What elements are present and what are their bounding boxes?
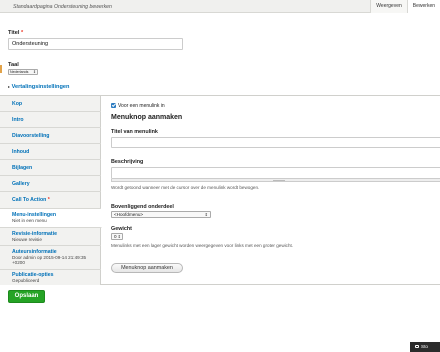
vtab-intro[interactable]: Intro (0, 112, 101, 128)
vtab-publishing-options[interactable]: Publicatie-opties Gepubliceerd (0, 270, 101, 285)
vtab-title: Intro (12, 117, 24, 123)
select-arrows-icon: ⇕ (204, 212, 208, 217)
page-title-prefix: Standaardpagina (13, 4, 54, 10)
vtab-summary: Door admin op 2015-09-14 21:49:35 +0200 (12, 255, 87, 266)
weight-help: Menulinks met een lager gewicht worden w… (111, 243, 294, 248)
vtab-summary: Niet in een menu (12, 218, 47, 223)
menu-link-title-label: Titel van menulink (111, 129, 158, 135)
focus-indicator (0, 65, 2, 73)
vtab-title: Kop (12, 101, 23, 107)
translation-settings-label: Vertalingsinstellingen (11, 84, 70, 90)
parent-item-label: Bovenliggend onderdeel (111, 204, 174, 210)
vtab-kop[interactable]: Kop (0, 96, 101, 112)
title-label: Titel * (8, 30, 23, 36)
chat-icon (415, 345, 419, 349)
vtab-title: Diavoorstelling (12, 133, 50, 139)
page-title: Standaardpagina Ondersteuning bewerken (13, 4, 112, 10)
vtab-call-to-action[interactable]: Call To Action * (0, 192, 101, 209)
weight-value: 0 (114, 234, 117, 239)
tab-edit[interactable]: Bewerken (406, 0, 440, 13)
select-arrows-icon: ⇕ (117, 234, 121, 239)
save-button[interactable]: Opslaan (8, 290, 45, 303)
translation-settings-toggle[interactable]: ▸ Vertalingsinstellingen (8, 84, 69, 90)
weight-label: Gewicht (111, 226, 132, 232)
create-menu-button[interactable]: Menuknop aanmaken (111, 263, 183, 273)
vtab-title: Gallery (12, 181, 30, 187)
required-marker: * (20, 30, 24, 36)
page-header: Standaardpagina Ondersteuning bewerken W… (0, 0, 440, 13)
vtab-summary: Nieuwe revisie (12, 237, 42, 242)
menu-link-checkbox-label: Voor een menulink in (118, 103, 165, 109)
menu-link-title-input[interactable] (111, 137, 440, 148)
select-arrows-icon: ⇕ (32, 70, 36, 74)
weight-select[interactable]: 0 ⇕ (111, 233, 123, 240)
vtab-menu-settings[interactable]: Menu-instellingen Niet in een menu (0, 209, 102, 228)
menu-settings-pane: Voor een menulink in Menuknop aanmaken T… (101, 96, 440, 285)
parent-item-select[interactable]: <Hoofdmenu> ⇕ (111, 211, 211, 218)
menu-description-textarea[interactable] (111, 167, 440, 179)
vtab-title: Call To Action * (12, 197, 101, 203)
vtab-title-text: Call To Action (12, 197, 47, 203)
vtab-inhoud[interactable]: Inhoud (0, 144, 101, 160)
vtab-title: Bijlagen (12, 165, 33, 171)
menu-description-help: Wordt getoond wanneer met de cursor over… (111, 185, 260, 190)
language-select[interactable]: Nederlands ⇕ (8, 69, 38, 75)
triangle-right-icon: ▸ (8, 84, 11, 89)
vtab-gallery[interactable]: Gallery (0, 176, 101, 192)
corner-widget-label: Sto (421, 344, 428, 349)
vtab-diavoorstelling[interactable]: Diavoorstelling (0, 128, 101, 144)
title-label-text: Titel (8, 30, 20, 36)
vtab-title: Inhoud (12, 149, 30, 155)
menu-section-title: Menuknop aanmaken (111, 114, 183, 121)
tab-view[interactable]: Weergeven (370, 0, 407, 13)
vtab-author-info[interactable]: Auteursinformatie Door admin op 2015-09-… (0, 246, 101, 270)
vtab-bijlagen[interactable]: Bijlagen (0, 160, 101, 176)
primary-tabs: Weergeven Bewerken (370, 0, 440, 13)
parent-item-value: <Hoofdmenu> (114, 212, 144, 217)
menu-description-label: Beschrijving (111, 159, 144, 165)
textarea-resize-grip[interactable] (111, 179, 440, 182)
menu-link-checkbox[interactable] (111, 103, 116, 108)
language-label: Taal (8, 62, 19, 68)
required-marker: * (47, 197, 50, 203)
vtab-revision-info[interactable]: Revisie-informatie Nieuwe revisie (0, 228, 101, 246)
page-title-suffix: bewerken (88, 4, 112, 10)
corner-widget[interactable]: Sto (410, 342, 440, 352)
vtab-summary: Gepubliceerd (12, 278, 40, 283)
language-select-value: Nederlands (10, 70, 29, 74)
vertical-tabs-menu: Kop Intro Diavoorstelling Inhoud Bijlage… (0, 96, 102, 285)
page-title-node: Ondersteuning (53, 4, 88, 10)
title-input[interactable]: Ondersteuning (8, 38, 183, 50)
